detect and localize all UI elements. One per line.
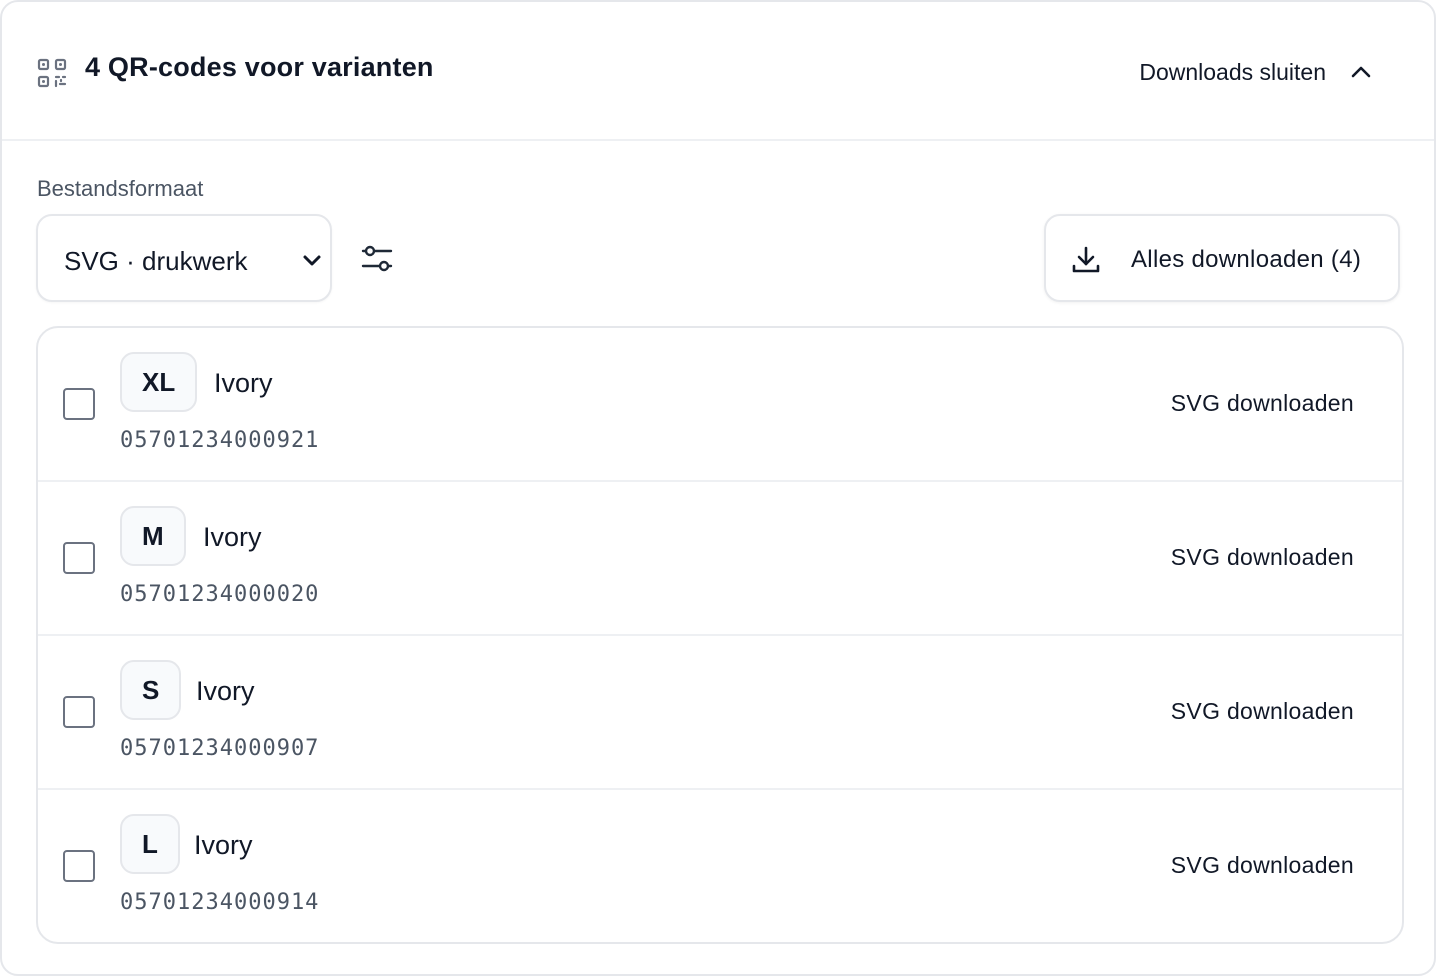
list-item: S Ivory 05701234000907 SVG downloaden: [38, 636, 1402, 790]
qr-code-icon: [37, 58, 67, 88]
size-badge: XL: [120, 352, 198, 412]
variant-color: Ivory: [194, 830, 253, 860]
download-all-label: Alles downloaden (4): [1131, 246, 1362, 273]
variant-barcode: 05701234000914: [120, 890, 320, 915]
variant-checkbox[interactable]: [63, 850, 95, 882]
variant-color: Ivory: [196, 676, 255, 706]
variant-barcode: 05701234000020: [120, 582, 320, 607]
page-title: 4 QR-codes voor varianten: [85, 52, 434, 82]
variant-color: Ivory: [214, 368, 273, 398]
svg-download-link[interactable]: SVG downloaden: [1171, 852, 1354, 879]
close-downloads-label: Downloads sluiten: [1139, 58, 1326, 85]
variant-checkbox[interactable]: [63, 542, 95, 574]
download-all-button[interactable]: Alles downloaden (4): [1044, 214, 1400, 302]
variant-barcode: 05701234000907: [120, 736, 320, 761]
variant-checkbox[interactable]: [63, 696, 95, 728]
file-format-select[interactable]: SVG · drukwerk: [36, 214, 332, 302]
file-format-label: Bestandsformaat: [37, 176, 204, 201]
size-badge: S: [120, 660, 182, 720]
file-format-selected-value: SVG · drukwerk: [64, 246, 248, 276]
variant-barcode: 05701234000921: [120, 428, 320, 453]
size-badge: M: [120, 506, 186, 566]
sliders-icon[interactable]: [358, 240, 396, 278]
download-icon: [1072, 246, 1100, 273]
close-downloads-button[interactable]: Downloads sluiten: [1139, 46, 1374, 98]
variant-checkbox[interactable]: [63, 388, 95, 420]
list-item: L Ivory 05701234000914 SVG downloaden: [38, 790, 1402, 942]
variant-color: Ivory: [203, 522, 262, 552]
svg-download-link[interactable]: SVG downloaden: [1171, 390, 1354, 417]
svg-download-link[interactable]: SVG downloaden: [1171, 544, 1354, 571]
chevron-up-icon: [1351, 66, 1371, 78]
qr-downloads-panel: 4 QR-codes voor varianten Downloads slui…: [0, 0, 1436, 976]
variant-list: XL Ivory 05701234000921 SVG downloaden M…: [36, 326, 1404, 944]
list-item: XL Ivory 05701234000921 SVG downloaden: [38, 328, 1402, 482]
chevron-down-icon: [303, 255, 321, 266]
panel-header: 4 QR-codes voor varianten Downloads slui…: [2, 2, 1434, 141]
list-item: M Ivory 05701234000020 SVG downloaden: [38, 482, 1402, 636]
svg-download-link[interactable]: SVG downloaden: [1171, 698, 1354, 725]
size-badge: L: [120, 814, 180, 874]
